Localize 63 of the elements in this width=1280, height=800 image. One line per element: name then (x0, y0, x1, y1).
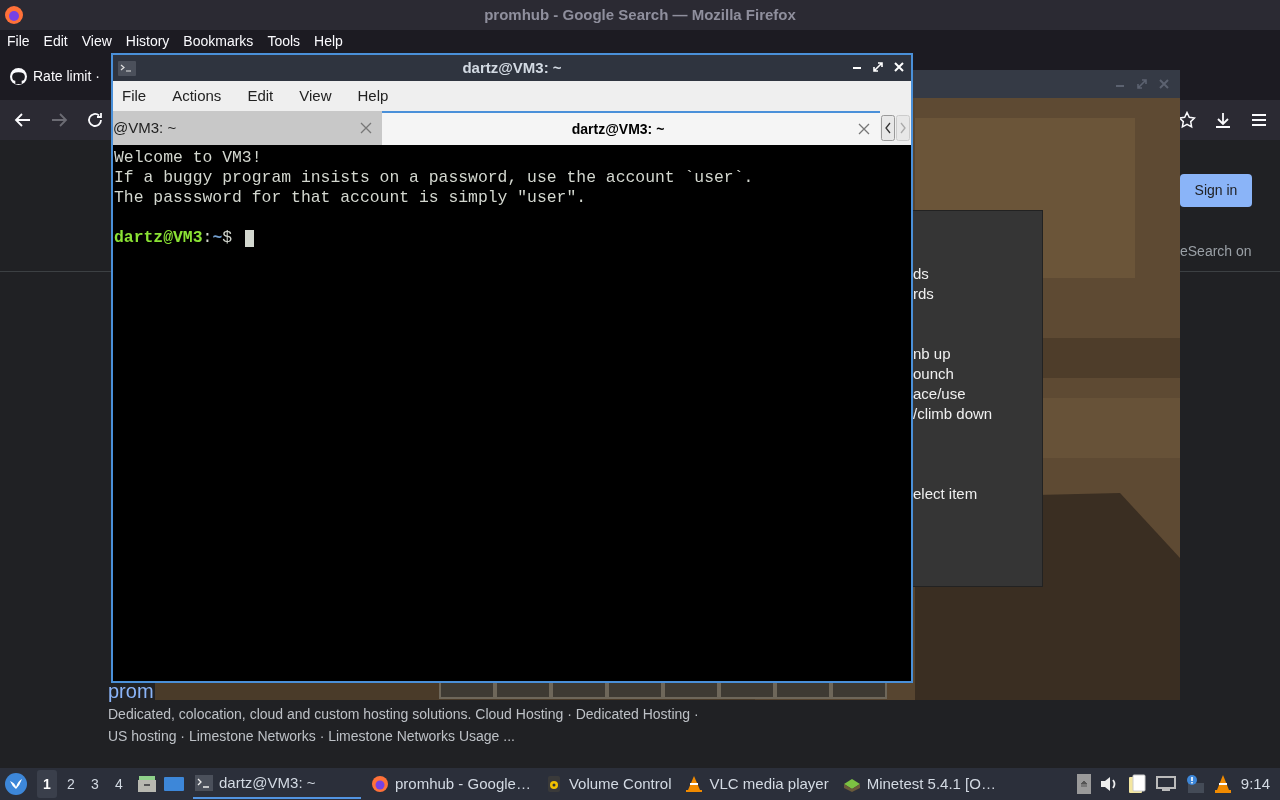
traffic-cone-icon (685, 776, 704, 792)
taskbar-button[interactable]: Minetest 5.4.1 [O… (840, 769, 998, 799)
terminal-line: If a buggy program insists on a password, use the account `user`. (114, 168, 755, 188)
menu-item[interactable]: History (125, 30, 170, 52)
menu-item[interactable]: Help (357, 84, 389, 108)
taskbar-button[interactable]: VLC media player (683, 769, 831, 799)
help-line: ace/use (913, 384, 967, 404)
window-title: promhub - Google Search — Mozilla Firefox (484, 5, 796, 23)
terminal-line: The passsword for that account is simply "user". (114, 188, 588, 208)
browser-tab[interactable]: Rate limit · (33, 65, 100, 87)
workspace-button[interactable]: 4 (109, 770, 129, 798)
terminal-icon (118, 60, 136, 76)
clipboard-icon[interactable] (1126, 774, 1147, 794)
window-title: dartz@VM3: ~ (462, 59, 562, 76)
search-tab[interactable]: eSearch on (1180, 241, 1252, 262)
desktop-icon[interactable] (163, 775, 185, 793)
help-line: ounch (913, 364, 955, 384)
eject-icon[interactable] (1076, 774, 1091, 794)
start-menu-icon[interactable] (5, 773, 27, 795)
scroll-left-button[interactable] (881, 115, 895, 141)
help-line: ds (913, 264, 930, 284)
star-icon[interactable] (1178, 111, 1196, 129)
file-manager-icon[interactable] (137, 774, 157, 794)
workspace-button[interactable]: 1 (37, 770, 57, 798)
traffic-cone-icon[interactable] (1213, 774, 1232, 794)
back-icon[interactable] (14, 111, 32, 129)
menu-icon[interactable] (1250, 111, 1268, 129)
workspace-button[interactable]: 3 (85, 770, 105, 798)
forward-icon[interactable] (50, 111, 68, 129)
taskbar-button[interactable]: Volume Control (542, 769, 674, 799)
taskbar-button[interactable]: dartz@VM3: ~ (193, 769, 361, 799)
taskbar-button[interactable]: promhub - Google… (369, 769, 533, 799)
menu-item[interactable]: Bookmarks (183, 30, 254, 52)
menu-item[interactable]: File (122, 84, 147, 108)
block-icon (842, 776, 861, 792)
notification-icon[interactable] (1184, 774, 1205, 794)
menu-item[interactable]: Edit (247, 84, 274, 108)
help-line: elect item (913, 484, 979, 504)
network-icon[interactable] (1155, 776, 1176, 792)
menu-item[interactable]: Edit (43, 30, 68, 52)
menu-item[interactable]: Tools (267, 30, 301, 52)
sign-in-button[interactable]: Sign in (1180, 174, 1252, 207)
prompt-line: dartz@VM3:~$ (114, 228, 910, 248)
volume-icon[interactable] (1099, 776, 1118, 792)
cursor (244, 229, 254, 247)
menu-item[interactable]: Help (314, 30, 343, 52)
clock: 9:14 (1240, 773, 1270, 794)
help-line: /climb down (913, 404, 994, 424)
help-line: nb up (913, 344, 952, 364)
terminal-tab[interactable]: dartz@VM3: ~ (382, 111, 880, 145)
terminal-tab[interactable]: @VM3: ~ (113, 111, 382, 145)
result-snippet: US hosting · Limestone Networks · Limestone Networks Usage ... (108, 727, 516, 746)
menu-item[interactable]: Actions (172, 84, 222, 108)
help-line: rds (913, 284, 935, 304)
menu-item[interactable]: View (299, 84, 332, 108)
download-icon[interactable] (1214, 111, 1232, 129)
menu-item[interactable]: View (81, 30, 112, 52)
terminal-line: Welcome to VM3! (114, 148, 263, 168)
workspace-button[interactable]: 2 (61, 770, 81, 798)
reload-icon[interactable] (86, 111, 104, 129)
terminal-icon (195, 775, 213, 791)
result-snippet: Dedicated, colocation, cloud and custom hosting solutions. Cloud Hosting · Dedicated Hosting · (108, 705, 699, 724)
menu-item[interactable]: File (7, 30, 30, 52)
